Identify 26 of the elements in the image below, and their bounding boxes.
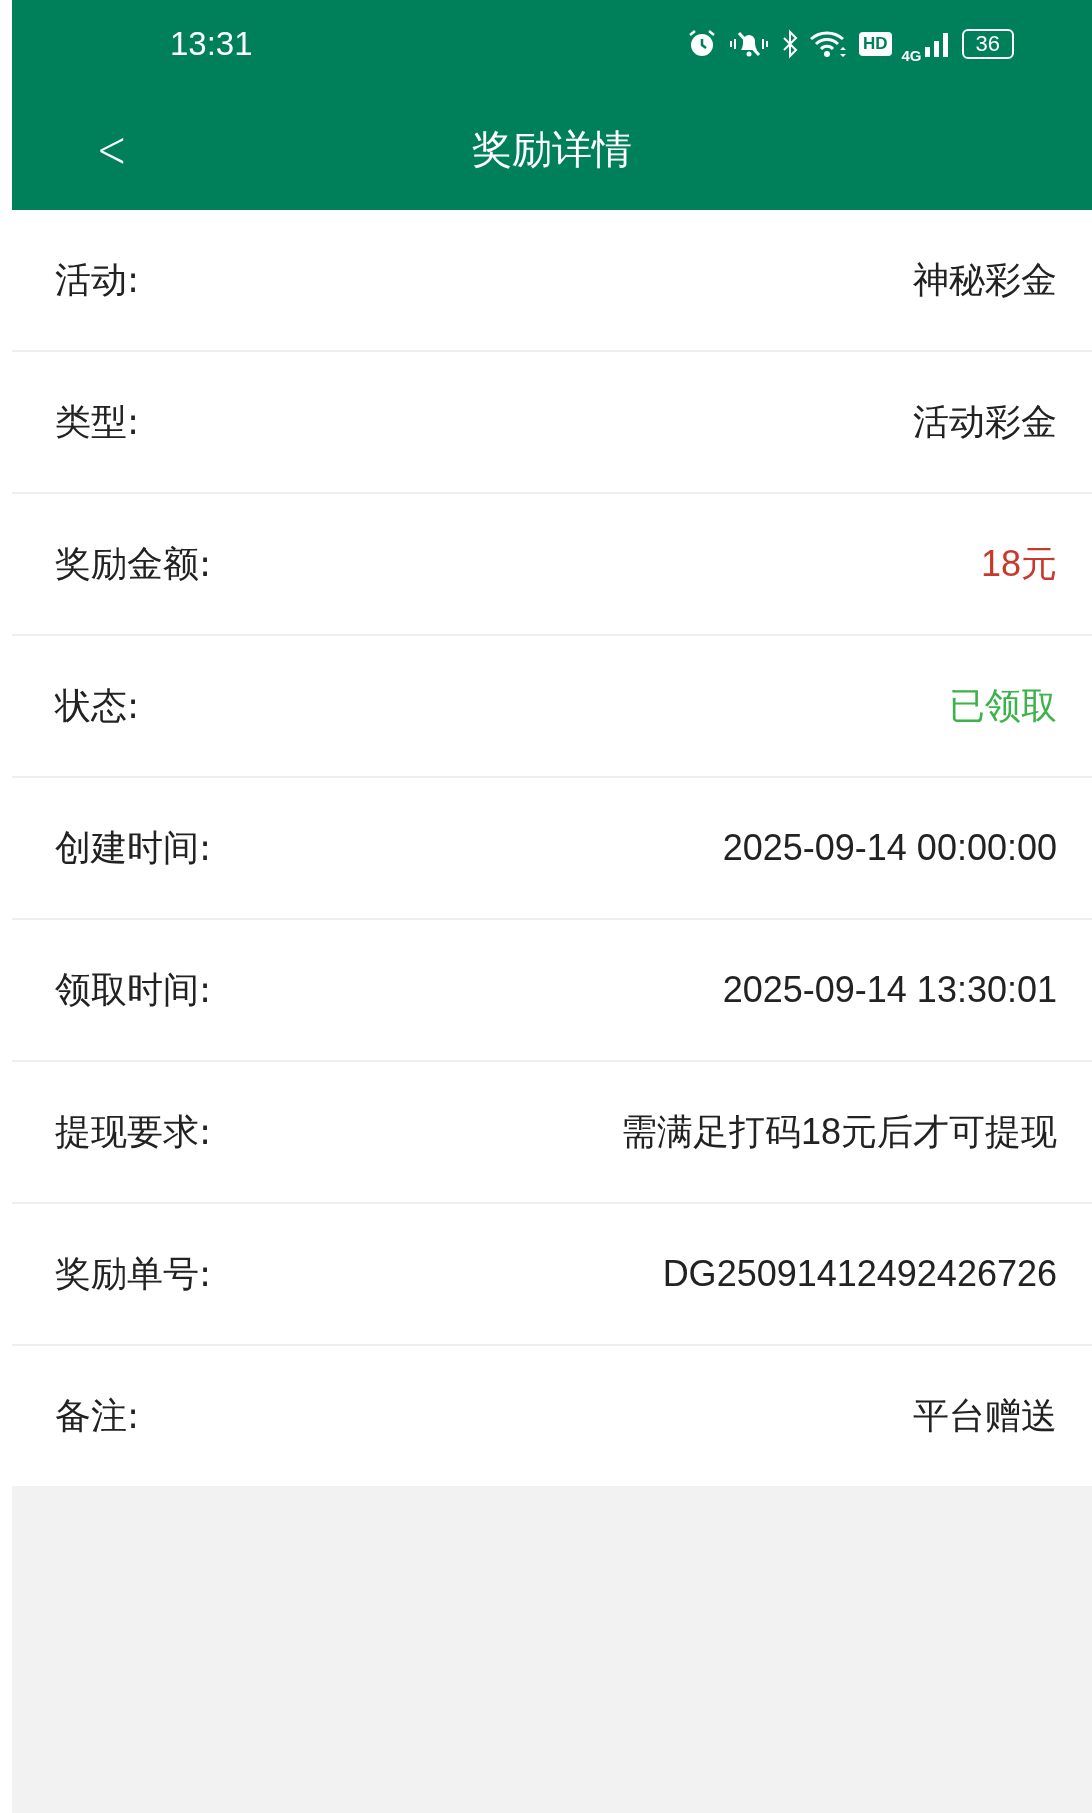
row-value: 2025-09-14 00:00:00 [722, 827, 1057, 869]
row-label: 领取时间: [55, 967, 212, 1012]
row-value: 需满足打码18元后才可提现 [620, 1109, 1057, 1154]
row-label: 状态: [55, 683, 140, 728]
row-label: 活动: [55, 257, 140, 302]
network-label: 4G [901, 46, 922, 64]
row-value: 18元 [980, 541, 1057, 586]
page-title: 奖励详情 [472, 124, 632, 174]
battery-indicator: 36 [961, 29, 1014, 59]
wifi-icon [808, 29, 849, 59]
status-time: 13:31 [170, 25, 253, 63]
row-value: 神秘彩金 [913, 257, 1057, 302]
row-value: DG25091412492426726 [662, 1253, 1057, 1295]
row-value: 2025-09-14 13:30:01 [722, 969, 1057, 1011]
row-value: 活动彩金 [913, 399, 1057, 444]
row-label: 奖励单号: [55, 1251, 212, 1296]
row-label: 奖励金额: [55, 541, 212, 586]
row-label: 备注: [55, 1393, 140, 1438]
back-button[interactable]: < [90, 119, 133, 179]
row-value: 平台赠送 [913, 1393, 1057, 1438]
row-value: 已领取 [949, 683, 1057, 728]
row-label: 提现要求: [55, 1109, 212, 1154]
bluetooth-icon [780, 29, 799, 59]
row-label: 类型: [55, 399, 140, 444]
hd-badge: HD [858, 32, 892, 56]
row-label: 创建时间: [55, 825, 212, 870]
